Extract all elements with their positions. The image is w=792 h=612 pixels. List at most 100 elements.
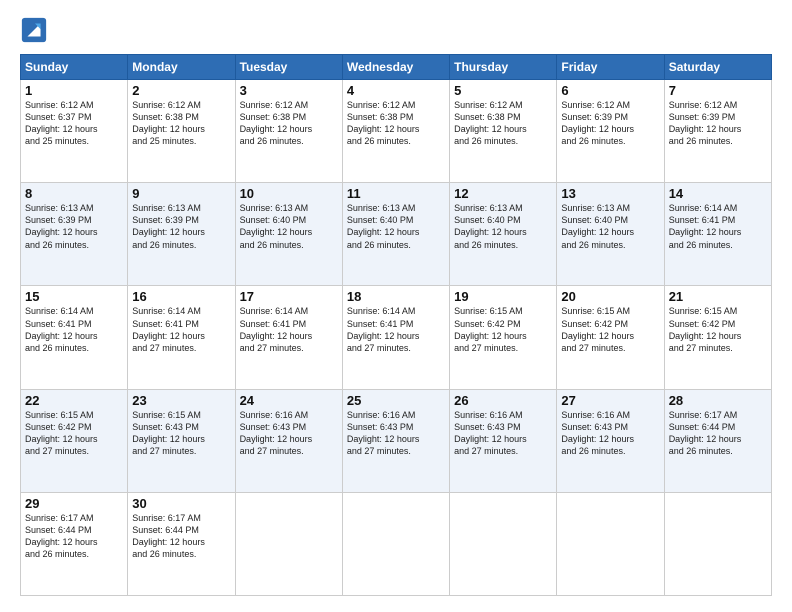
calendar-cell: 9Sunrise: 6:13 AM Sunset: 6:39 PM Daylig… (128, 183, 235, 286)
day-number: 12 (454, 186, 552, 201)
day-number: 28 (669, 393, 767, 408)
calendar-header-saturday: Saturday (664, 55, 771, 80)
day-info: Sunrise: 6:12 AM Sunset: 6:38 PM Dayligh… (347, 99, 445, 148)
calendar-cell: 20Sunrise: 6:15 AM Sunset: 6:42 PM Dayli… (557, 286, 664, 389)
calendar-cell: 11Sunrise: 6:13 AM Sunset: 6:40 PM Dayli… (342, 183, 449, 286)
calendar-header-monday: Monday (128, 55, 235, 80)
header (20, 16, 772, 44)
day-info: Sunrise: 6:17 AM Sunset: 6:44 PM Dayligh… (132, 512, 230, 561)
day-info: Sunrise: 6:15 AM Sunset: 6:42 PM Dayligh… (561, 305, 659, 354)
day-number: 14 (669, 186, 767, 201)
day-number: 5 (454, 83, 552, 98)
day-number: 8 (25, 186, 123, 201)
calendar-cell: 28Sunrise: 6:17 AM Sunset: 6:44 PM Dayli… (664, 389, 771, 492)
day-number: 20 (561, 289, 659, 304)
calendar-header-wednesday: Wednesday (342, 55, 449, 80)
calendar-cell: 19Sunrise: 6:15 AM Sunset: 6:42 PM Dayli… (450, 286, 557, 389)
calendar-cell (557, 492, 664, 595)
calendar-cell (450, 492, 557, 595)
day-number: 6 (561, 83, 659, 98)
day-info: Sunrise: 6:16 AM Sunset: 6:43 PM Dayligh… (454, 409, 552, 458)
day-number: 4 (347, 83, 445, 98)
day-info: Sunrise: 6:13 AM Sunset: 6:40 PM Dayligh… (561, 202, 659, 251)
day-number: 22 (25, 393, 123, 408)
calendar-cell: 30Sunrise: 6:17 AM Sunset: 6:44 PM Dayli… (128, 492, 235, 595)
logo (20, 16, 52, 44)
day-info: Sunrise: 6:13 AM Sunset: 6:40 PM Dayligh… (240, 202, 338, 251)
calendar-cell: 15Sunrise: 6:14 AM Sunset: 6:41 PM Dayli… (21, 286, 128, 389)
calendar-cell: 7Sunrise: 6:12 AM Sunset: 6:39 PM Daylig… (664, 80, 771, 183)
calendar-cell: 12Sunrise: 6:13 AM Sunset: 6:40 PM Dayli… (450, 183, 557, 286)
calendar-table: SundayMondayTuesdayWednesdayThursdayFrid… (20, 54, 772, 596)
calendar-header-friday: Friday (557, 55, 664, 80)
calendar-cell: 17Sunrise: 6:14 AM Sunset: 6:41 PM Dayli… (235, 286, 342, 389)
day-info: Sunrise: 6:17 AM Sunset: 6:44 PM Dayligh… (25, 512, 123, 561)
day-number: 2 (132, 83, 230, 98)
day-info: Sunrise: 6:14 AM Sunset: 6:41 PM Dayligh… (132, 305, 230, 354)
calendar-cell (664, 492, 771, 595)
day-info: Sunrise: 6:14 AM Sunset: 6:41 PM Dayligh… (240, 305, 338, 354)
day-info: Sunrise: 6:12 AM Sunset: 6:38 PM Dayligh… (454, 99, 552, 148)
day-number: 21 (669, 289, 767, 304)
day-info: Sunrise: 6:13 AM Sunset: 6:39 PM Dayligh… (132, 202, 230, 251)
day-info: Sunrise: 6:15 AM Sunset: 6:42 PM Dayligh… (454, 305, 552, 354)
day-info: Sunrise: 6:16 AM Sunset: 6:43 PM Dayligh… (240, 409, 338, 458)
calendar-cell: 25Sunrise: 6:16 AM Sunset: 6:43 PM Dayli… (342, 389, 449, 492)
day-info: Sunrise: 6:15 AM Sunset: 6:42 PM Dayligh… (669, 305, 767, 354)
day-number: 18 (347, 289, 445, 304)
day-info: Sunrise: 6:15 AM Sunset: 6:42 PM Dayligh… (25, 409, 123, 458)
day-info: Sunrise: 6:16 AM Sunset: 6:43 PM Dayligh… (561, 409, 659, 458)
day-info: Sunrise: 6:12 AM Sunset: 6:37 PM Dayligh… (25, 99, 123, 148)
day-number: 29 (25, 496, 123, 511)
calendar-cell: 2Sunrise: 6:12 AM Sunset: 6:38 PM Daylig… (128, 80, 235, 183)
day-number: 27 (561, 393, 659, 408)
day-info: Sunrise: 6:14 AM Sunset: 6:41 PM Dayligh… (25, 305, 123, 354)
calendar-cell: 6Sunrise: 6:12 AM Sunset: 6:39 PM Daylig… (557, 80, 664, 183)
calendar-cell: 27Sunrise: 6:16 AM Sunset: 6:43 PM Dayli… (557, 389, 664, 492)
calendar-cell: 10Sunrise: 6:13 AM Sunset: 6:40 PM Dayli… (235, 183, 342, 286)
calendar-cell: 1Sunrise: 6:12 AM Sunset: 6:37 PM Daylig… (21, 80, 128, 183)
day-number: 23 (132, 393, 230, 408)
calendar-cell: 24Sunrise: 6:16 AM Sunset: 6:43 PM Dayli… (235, 389, 342, 492)
day-info: Sunrise: 6:13 AM Sunset: 6:40 PM Dayligh… (454, 202, 552, 251)
day-info: Sunrise: 6:16 AM Sunset: 6:43 PM Dayligh… (347, 409, 445, 458)
calendar-cell: 21Sunrise: 6:15 AM Sunset: 6:42 PM Dayli… (664, 286, 771, 389)
day-info: Sunrise: 6:12 AM Sunset: 6:39 PM Dayligh… (561, 99, 659, 148)
calendar-cell: 14Sunrise: 6:14 AM Sunset: 6:41 PM Dayli… (664, 183, 771, 286)
day-number: 11 (347, 186, 445, 201)
day-number: 10 (240, 186, 338, 201)
day-info: Sunrise: 6:13 AM Sunset: 6:40 PM Dayligh… (347, 202, 445, 251)
day-number: 17 (240, 289, 338, 304)
day-info: Sunrise: 6:14 AM Sunset: 6:41 PM Dayligh… (347, 305, 445, 354)
day-info: Sunrise: 6:17 AM Sunset: 6:44 PM Dayligh… (669, 409, 767, 458)
day-info: Sunrise: 6:14 AM Sunset: 6:41 PM Dayligh… (669, 202, 767, 251)
day-info: Sunrise: 6:13 AM Sunset: 6:39 PM Dayligh… (25, 202, 123, 251)
logo-icon (20, 16, 48, 44)
day-number: 19 (454, 289, 552, 304)
day-info: Sunrise: 6:12 AM Sunset: 6:38 PM Dayligh… (132, 99, 230, 148)
calendar-cell: 5Sunrise: 6:12 AM Sunset: 6:38 PM Daylig… (450, 80, 557, 183)
day-info: Sunrise: 6:12 AM Sunset: 6:38 PM Dayligh… (240, 99, 338, 148)
day-number: 25 (347, 393, 445, 408)
calendar-header-tuesday: Tuesday (235, 55, 342, 80)
calendar-cell: 29Sunrise: 6:17 AM Sunset: 6:44 PM Dayli… (21, 492, 128, 595)
day-number: 1 (25, 83, 123, 98)
calendar-header-sunday: Sunday (21, 55, 128, 80)
calendar-cell: 26Sunrise: 6:16 AM Sunset: 6:43 PM Dayli… (450, 389, 557, 492)
calendar-cell: 3Sunrise: 6:12 AM Sunset: 6:38 PM Daylig… (235, 80, 342, 183)
day-number: 30 (132, 496, 230, 511)
calendar-cell: 23Sunrise: 6:15 AM Sunset: 6:43 PM Dayli… (128, 389, 235, 492)
calendar-cell: 8Sunrise: 6:13 AM Sunset: 6:39 PM Daylig… (21, 183, 128, 286)
day-number: 26 (454, 393, 552, 408)
calendar-cell: 22Sunrise: 6:15 AM Sunset: 6:42 PM Dayli… (21, 389, 128, 492)
day-info: Sunrise: 6:15 AM Sunset: 6:43 PM Dayligh… (132, 409, 230, 458)
calendar-cell: 13Sunrise: 6:13 AM Sunset: 6:40 PM Dayli… (557, 183, 664, 286)
calendar-cell: 16Sunrise: 6:14 AM Sunset: 6:41 PM Dayli… (128, 286, 235, 389)
calendar-cell: 18Sunrise: 6:14 AM Sunset: 6:41 PM Dayli… (342, 286, 449, 389)
calendar-cell (342, 492, 449, 595)
day-number: 16 (132, 289, 230, 304)
calendar-cell: 4Sunrise: 6:12 AM Sunset: 6:38 PM Daylig… (342, 80, 449, 183)
day-number: 3 (240, 83, 338, 98)
page: SundayMondayTuesdayWednesdayThursdayFrid… (0, 0, 792, 612)
day-number: 13 (561, 186, 659, 201)
